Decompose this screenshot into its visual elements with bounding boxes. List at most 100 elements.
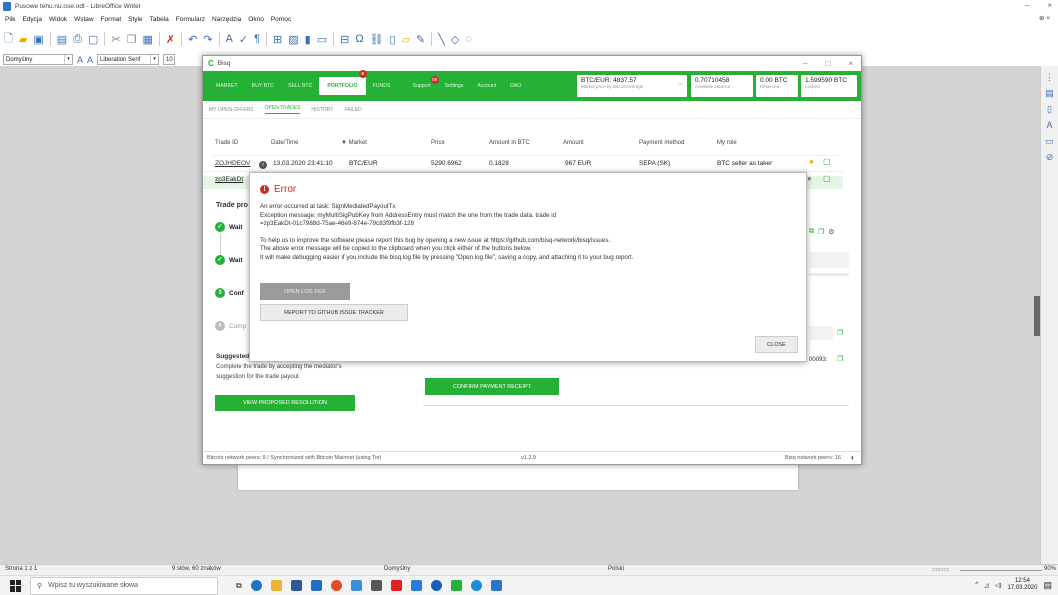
store-icon[interactable] <box>290 580 302 591</box>
notification-icon[interactable]: ▤ <box>1043 580 1052 591</box>
special-char-icon[interactable]: Ω <box>355 33 363 45</box>
bisq-taskbar-icon[interactable] <box>450 580 462 591</box>
copy-icon[interactable]: ❐ <box>127 33 137 46</box>
open-icon[interactable]: ▰ <box>19 33 27 46</box>
menu-edit[interactable]: Edycja <box>22 16 42 23</box>
undo-icon[interactable]: ↶ <box>188 33 197 46</box>
insert-image-icon[interactable]: ▨ <box>288 33 298 46</box>
shapes-icon[interactable]: ◇ <box>451 33 459 46</box>
properties-icon[interactable]: ⋮ <box>1045 72 1055 82</box>
settings-icon[interactable]: ⚙ <box>828 228 834 236</box>
pdf-icon[interactable] <box>390 580 402 591</box>
trader-avatar-icon[interactable]: ● <box>807 174 812 183</box>
close-icon[interactable]: × <box>1047 1 1052 10</box>
paste-icon[interactable]: ▦ <box>142 33 152 46</box>
insert-field-icon[interactable]: ⊟ <box>340 33 349 46</box>
network-icon[interactable]: ◿ <box>984 582 989 589</box>
tab-dao[interactable]: DAO <box>503 83 528 89</box>
styles-icon[interactable]: ▯ <box>1045 104 1055 114</box>
volume-icon[interactable]: ◁) <box>995 582 1002 589</box>
trade-id-link[interactable]: zp3EakDt <box>215 176 243 183</box>
windows-start-icon[interactable] <box>10 579 22 592</box>
track-changes-icon[interactable]: ✎ <box>416 33 425 46</box>
cut-icon[interactable]: ✂ <box>111 33 120 46</box>
tab-my-open-offers[interactable]: MY OPEN OFFERS <box>209 107 254 113</box>
info-icon[interactable]: i <box>259 161 267 169</box>
insert-textbox-icon[interactable]: ▭ <box>317 33 327 46</box>
view-proposed-resolution-button[interactable]: VIEW PROPOSED RESOLUTION <box>215 395 355 411</box>
line-icon[interactable]: ╲ <box>438 33 445 46</box>
tab-support[interactable]: Support 58 <box>405 76 439 89</box>
insert-chart-icon[interactable]: ▮ <box>305 33 311 46</box>
report-github-button[interactable]: REPORT TO GITHUB ISSUE TRACKER <box>260 304 408 321</box>
page-icon[interactable]: ▤ <box>1045 88 1055 98</box>
chat-icon[interactable]: ▢ <box>823 174 831 183</box>
tab-market[interactable]: MARKET <box>209 83 245 89</box>
tab-sell-btc[interactable]: SELL BTC <box>281 83 319 89</box>
font-size-combo[interactable]: 10 <box>163 54 176 65</box>
font-name-combo[interactable]: Liberation Serif ▾ <box>97 54 160 65</box>
find-replace-icon[interactable]: A <box>226 33 233 45</box>
spelling-icon[interactable]: ✓ <box>239 33 248 46</box>
print-icon[interactable]: ⎙ <box>73 33 82 46</box>
tab-funds[interactable]: FUNDS <box>366 83 398 89</box>
menu-view[interactable]: Widok <box>49 16 67 23</box>
copy-icon[interactable]: ❐ <box>837 355 843 363</box>
zoom-slider[interactable] <box>960 570 1042 571</box>
hyperlink-icon[interactable]: ⛓ <box>370 33 384 46</box>
task-view-icon[interactable]: ⧉ <box>236 581 242 591</box>
gallery-icon[interactable]: A <box>1045 120 1055 130</box>
comment-icon[interactable]: ▱ <box>402 33 410 46</box>
update-style-icon[interactable]: A <box>77 55 83 65</box>
col-market[interactable]: ▼ Market <box>341 140 367 146</box>
clear-formatting-icon[interactable]: ✗ <box>166 33 175 46</box>
formatting-marks-icon[interactable]: ¶ <box>254 33 260 45</box>
trader-avatar-icon[interactable]: ● <box>809 157 814 166</box>
paragraph-style-combo[interactable]: Domyślny ▾ <box>3 54 73 65</box>
file-explorer-icon[interactable] <box>270 580 282 591</box>
taskbar-search[interactable]: ⚲ Wpisz tu wyszukiwane słowa <box>30 576 218 595</box>
open-log-file-button[interactable]: OPEN LOG FILE <box>260 283 350 300</box>
bisq-maximize-icon[interactable]: □ <box>825 59 830 68</box>
navigator-icon[interactable]: ▭ <box>1045 136 1055 146</box>
app-icon[interactable] <box>350 580 362 591</box>
print-preview-icon[interactable]: ▢ <box>88 33 98 46</box>
menu-file[interactable]: Plik <box>5 16 15 23</box>
camera-icon[interactable] <box>430 580 442 591</box>
menu-form[interactable]: Formularz <box>176 16 205 23</box>
menu-insert[interactable]: Wstaw <box>74 16 94 23</box>
confirm-payment-receipt-button[interactable]: CONFIRM PAYMENT RECEIPT <box>425 378 559 395</box>
new-style-icon[interactable]: A <box>87 55 93 65</box>
export-pdf-icon[interactable]: ▤ <box>57 33 67 46</box>
col-amount-btc[interactable]: Amount in BTC <box>489 140 530 146</box>
mail-icon[interactable] <box>310 580 322 591</box>
new-document-icon[interactable]: 🗋 <box>4 30 13 49</box>
menu-format[interactable]: Format <box>101 16 122 23</box>
minimize-icon[interactable]: – <box>1025 1 1029 10</box>
col-price[interactable]: Price <box>431 140 445 146</box>
redo-icon[interactable]: ↷ <box>203 33 212 46</box>
col-payment-method[interactable]: Payment method <box>639 140 684 146</box>
tab-history[interactable]: HISTORY <box>311 107 333 113</box>
menu-window[interactable]: Okno <box>248 16 264 23</box>
tor-status-icon[interactable]: ◗ <box>850 453 855 462</box>
language[interactable]: Polski <box>608 566 624 572</box>
menu-help[interactable]: Pomoc <box>271 16 291 23</box>
menu-tools[interactable]: Narzędzia <box>212 16 241 23</box>
footnote-icon[interactable]: ▯ <box>390 33 396 46</box>
col-my-role[interactable]: My role <box>717 140 737 146</box>
market-price-selector[interactable]: BTC/EUR: 4837.57 Market price by Bitcoin… <box>577 75 687 97</box>
bisq-close-icon[interactable]: × <box>848 59 853 68</box>
menu-styles[interactable]: Style <box>128 16 142 23</box>
open-external-icon[interactable]: ⧉ <box>809 228 814 236</box>
trade-id-link[interactable]: ZOJHDEOV <box>215 160 250 167</box>
copy-icon[interactable]: ❐ <box>818 228 824 236</box>
tab-settings[interactable]: Settings <box>438 83 471 89</box>
tab-account[interactable]: Account <box>470 83 503 89</box>
copy-icon[interactable]: ❐ <box>837 329 843 337</box>
col-amount[interactable]: Amount <box>563 140 584 146</box>
edge-icon[interactable] <box>250 580 262 591</box>
insert-table-icon[interactable]: ⊞ <box>273 33 282 46</box>
navigator-compass-icon[interactable]: ⊘ <box>1045 152 1055 162</box>
zoom-level[interactable]: 90% <box>1044 566 1056 572</box>
